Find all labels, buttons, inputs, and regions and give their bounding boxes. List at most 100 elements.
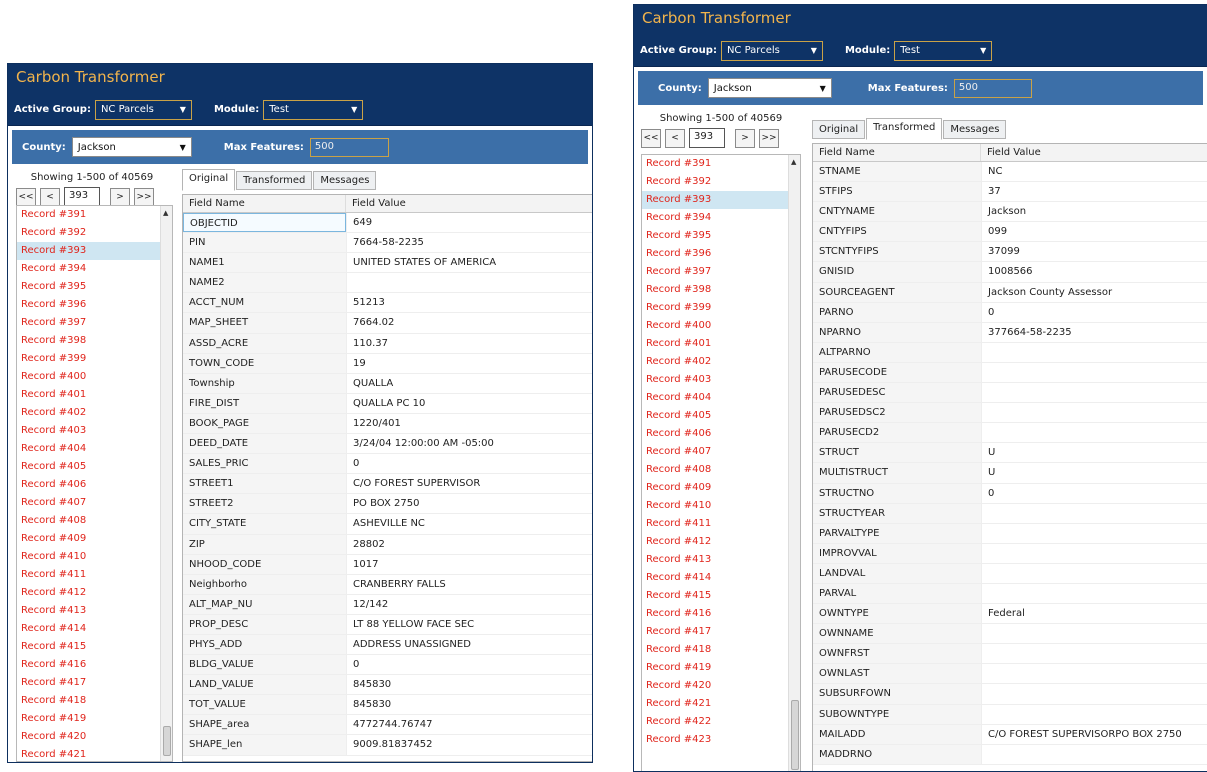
table-row[interactable]: IMPROVVAL — [813, 543, 1207, 564]
record-list-item[interactable]: Record #423 — [642, 731, 800, 749]
record-list-item[interactable]: Record #410 — [17, 548, 172, 566]
table-row[interactable]: PARVALTYPE — [813, 523, 1207, 544]
record-list-item[interactable]: Record #397 — [17, 314, 172, 332]
record-list-item[interactable]: Record #396 — [17, 296, 172, 314]
record-list-item[interactable]: Record #409 — [642, 479, 800, 497]
table-row[interactable]: ALTPARNO — [813, 342, 1207, 363]
record-list-item[interactable]: Record #393 — [642, 191, 800, 209]
table-row[interactable]: MADDRNO — [813, 744, 1207, 765]
record-list-item[interactable]: Record #410 — [642, 497, 800, 515]
record-list-item[interactable]: Record #403 — [642, 371, 800, 389]
record-list-item[interactable]: Record #420 — [17, 728, 172, 746]
table-row[interactable]: ACCT_NUM 51213 — [183, 293, 592, 314]
record-list-item[interactable]: Record #394 — [17, 260, 172, 278]
table-row[interactable]: STNAME NC — [813, 162, 1207, 183]
record-list-item[interactable]: Record #402 — [642, 353, 800, 371]
table-row[interactable]: SUBSURFOWN — [813, 684, 1207, 705]
last-page-button[interactable]: >> — [759, 128, 779, 148]
record-list-item[interactable]: Record #404 — [17, 440, 172, 458]
table-row[interactable]: OWNFRST — [813, 644, 1207, 665]
module-dropdown[interactable]: Test ▼ — [894, 40, 993, 61]
record-list-item[interactable]: Record #413 — [17, 602, 172, 620]
tab-transformed[interactable]: Transformed — [866, 118, 943, 140]
table-row[interactable]: STCNTYFIPS 37099 — [813, 242, 1207, 263]
scroll-up-icon[interactable]: ▲ — [791, 158, 796, 166]
table-row[interactable]: PHYS_ADD ADDRESS UNASSIGNED — [183, 634, 592, 656]
page-input[interactable]: 393 — [64, 187, 100, 207]
county-dropdown[interactable]: Jackson ▼ — [707, 78, 832, 98]
record-list-item[interactable]: Record #401 — [642, 335, 800, 353]
record-list-item[interactable]: Record #419 — [17, 710, 172, 728]
active-group-dropdown[interactable]: NC Parcels ▼ — [720, 40, 823, 61]
table-row[interactable]: STRUCTYEAR — [813, 503, 1207, 524]
table-row[interactable]: CNTYFIPS 099 — [813, 222, 1207, 243]
record-list-item[interactable]: Record #421 — [642, 695, 800, 713]
table-row[interactable]: STRUCTNO 0 — [813, 483, 1207, 504]
tab-messages[interactable]: Messages — [943, 120, 1007, 139]
record-list-item[interactable]: Record #400 — [17, 368, 172, 386]
table-row[interactable]: CNTYNAME Jackson — [813, 202, 1207, 223]
record-list-item[interactable]: Record #393 — [17, 242, 172, 260]
first-page-button[interactable]: << — [641, 128, 661, 148]
table-row[interactable]: BOOK_PAGE 1220/401 — [183, 413, 592, 435]
scroll-up-icon[interactable]: ▲ — [163, 209, 168, 217]
table-row[interactable]: BLDG_VALUE 0 — [183, 655, 592, 676]
record-list-item[interactable]: Record #407 — [17, 494, 172, 512]
table-row[interactable]: OWNTYPE Federal — [813, 604, 1207, 625]
record-list-item[interactable]: Record #405 — [17, 458, 172, 476]
table-row[interactable]: STREET2 PO BOX 2750 — [183, 494, 592, 515]
table-row[interactable]: NAME1 UNITED STATES OF AMERICA — [183, 253, 592, 274]
table-row[interactable]: PARUSECD2 — [813, 423, 1207, 444]
table-row[interactable]: STFIPS 37 — [813, 182, 1207, 203]
table-row[interactable]: SALES_PRIC 0 — [183, 454, 592, 475]
table-row[interactable]: OBJECTID 649 — [183, 213, 592, 234]
table-row[interactable]: OWNLAST — [813, 664, 1207, 685]
table-row[interactable]: Neighborho CRANBERRY FALLS — [183, 574, 592, 595]
table-row[interactable]: STREET1 C/O FOREST SUPERVISOR — [183, 474, 592, 495]
table-row[interactable]: DEED_DATE 3/24/04 12:00:00 AM -05:00 — [183, 434, 592, 455]
table-row[interactable]: ALT_MAP_NU 12/142 — [183, 594, 592, 615]
table-row[interactable]: GNISID 1008566 — [813, 262, 1207, 283]
record-list-item[interactable]: Record #392 — [642, 173, 800, 191]
record-list-item[interactable]: Record #408 — [642, 461, 800, 479]
record-list-item[interactable]: Record #406 — [642, 425, 800, 443]
table-row[interactable]: PARUSEDSC2 — [813, 403, 1207, 424]
record-list-item[interactable]: Record #399 — [17, 350, 172, 368]
max-features-input[interactable]: 500 — [953, 78, 1032, 98]
record-list-item[interactable]: Record #416 — [17, 656, 172, 674]
record-list-item[interactable]: Record #412 — [17, 584, 172, 602]
table-row[interactable]: PIN 7664-58-2235 — [183, 233, 592, 254]
record-list-item[interactable]: Record #414 — [642, 569, 800, 587]
page-input[interactable]: 393 — [689, 128, 725, 148]
record-list-item[interactable]: Record #399 — [642, 299, 800, 317]
table-row[interactable]: SOURCEAGENT Jackson County Assessor — [813, 282, 1207, 303]
record-list-item[interactable]: Record #412 — [642, 533, 800, 551]
table-row[interactable]: OWNNAME — [813, 624, 1207, 645]
prev-page-button[interactable]: < — [40, 187, 60, 207]
record-list-item[interactable]: Record #392 — [17, 224, 172, 242]
record-scrollbar[interactable]: ▲ — [788, 155, 800, 771]
table-row[interactable]: LAND_VALUE 845830 — [183, 675, 592, 696]
table-row[interactable]: NHOOD_CODE 1017 — [183, 554, 592, 575]
county-dropdown[interactable]: Jackson ▼ — [71, 137, 192, 157]
table-row[interactable]: LANDVAL — [813, 563, 1207, 584]
last-page-button[interactable]: >> — [134, 187, 154, 207]
field-value-header[interactable]: Field Value — [981, 144, 1207, 161]
next-page-button[interactable]: > — [735, 128, 755, 148]
record-list-item[interactable]: Record #407 — [642, 443, 800, 461]
module-dropdown[interactable]: Test ▼ — [263, 99, 364, 120]
tab-messages[interactable]: Messages — [313, 171, 377, 190]
record-list-item[interactable]: Record #391 — [642, 155, 800, 173]
table-row[interactable]: PARUSECODE — [813, 362, 1207, 384]
record-list-item[interactable]: Record #404 — [642, 389, 800, 407]
table-row[interactable]: MAP_SHEET 7664.02 — [183, 313, 592, 334]
scroll-thumb[interactable] — [163, 726, 171, 756]
table-row[interactable]: PARNO 0 — [813, 302, 1207, 323]
table-row[interactable]: TOT_VALUE 845830 — [183, 695, 592, 716]
record-list-item[interactable]: Record #419 — [642, 659, 800, 677]
record-list-item[interactable]: Record #405 — [642, 407, 800, 425]
table-row[interactable]: ASSD_ACRE 110.37 — [183, 333, 592, 354]
record-list-item[interactable]: Record #411 — [642, 515, 800, 533]
table-row[interactable]: MULTISTRUCT U — [813, 463, 1207, 484]
record-list-item[interactable]: Record #416 — [642, 605, 800, 623]
